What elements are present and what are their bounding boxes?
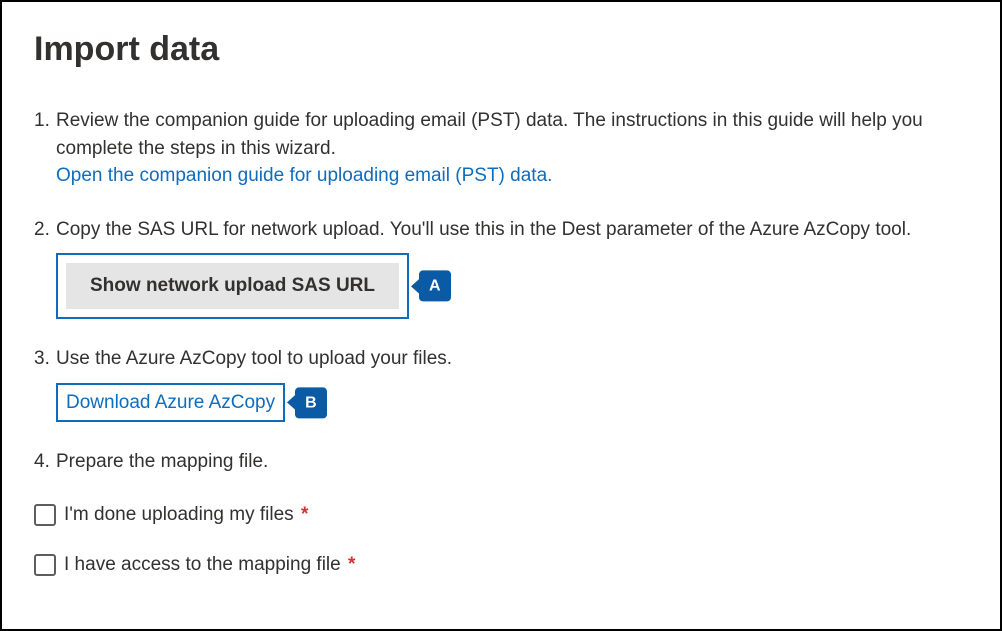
done-uploading-checkbox[interactable]: [34, 504, 56, 526]
download-azcopy-link[interactable]: Download Azure AzCopy: [66, 392, 275, 413]
step-4-text: Prepare the mapping file.: [56, 451, 268, 472]
step-4-number: 4.: [34, 448, 56, 476]
step-1-text: Review the companion guide for uploading…: [56, 110, 923, 159]
required-indicator: *: [348, 554, 355, 575]
import-data-panel: Import data 1. Review the companion guid…: [0, 0, 1002, 631]
step-4-content: Prepare the mapping file.: [56, 448, 968, 476]
step-2-number: 2.: [34, 216, 56, 320]
show-sas-url-button[interactable]: Show network upload SAS URL: [66, 263, 399, 309]
steps-list: 1. Review the companion guide for upload…: [34, 107, 968, 476]
mapping-access-label-text: I have access to the mapping file: [64, 554, 341, 575]
step-3-number: 3.: [34, 345, 56, 422]
step-3-text: Use the Azure AzCopy tool to upload your…: [56, 348, 452, 369]
confirmation-section: I'm done uploading my files * I have acc…: [34, 504, 968, 576]
sas-url-highlight-box: Show network upload SAS URL A: [56, 253, 409, 319]
callout-b-label: B: [295, 387, 327, 418]
step-2-content: Copy the SAS URL for network upload. You…: [56, 216, 968, 320]
required-indicator: *: [301, 504, 308, 525]
mapping-access-checkbox[interactable]: [34, 554, 56, 576]
mapping-access-label: I have access to the mapping file *: [64, 554, 355, 576]
step-2: 2. Copy the SAS URL for network upload. …: [34, 216, 968, 320]
azcopy-highlight-box: Download Azure AzCopy B: [56, 383, 285, 423]
step-1: 1. Review the companion guide for upload…: [34, 107, 968, 190]
mapping-access-row: I have access to the mapping file *: [34, 554, 968, 576]
done-uploading-label: I'm done uploading my files *: [64, 504, 308, 526]
page-title: Import data: [34, 30, 968, 69]
done-uploading-row: I'm done uploading my files *: [34, 504, 968, 526]
step-3: 3. Use the Azure AzCopy tool to upload y…: [34, 345, 968, 422]
step-1-content: Review the companion guide for uploading…: [56, 107, 968, 190]
step-1-number: 1.: [34, 107, 56, 190]
step-4: 4. Prepare the mapping file.: [34, 448, 968, 476]
step-3-content: Use the Azure AzCopy tool to upload your…: [56, 345, 968, 422]
step-2-text: Copy the SAS URL for network upload. You…: [56, 219, 911, 240]
callout-a: A: [411, 271, 451, 302]
callout-b: B: [287, 387, 327, 418]
callout-a-label: A: [419, 271, 451, 302]
companion-guide-link[interactable]: Open the companion guide for uploading e…: [56, 162, 552, 190]
done-uploading-label-text: I'm done uploading my files: [64, 504, 294, 525]
